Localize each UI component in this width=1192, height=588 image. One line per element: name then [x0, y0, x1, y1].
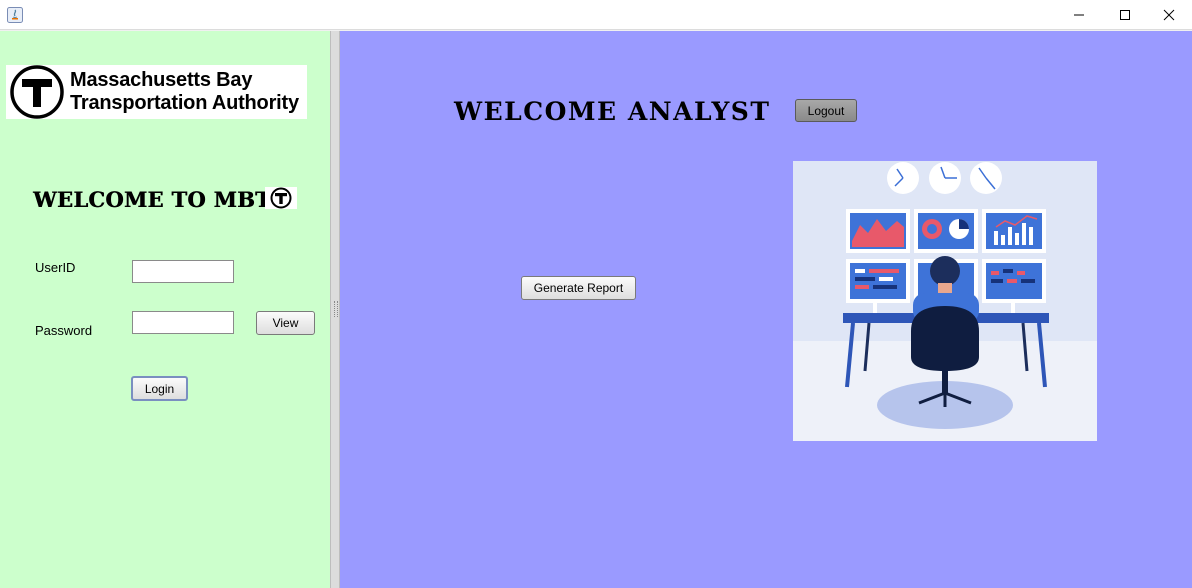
- logo-text-line1: Massachusetts Bay: [70, 69, 253, 91]
- password-input[interactable]: [132, 311, 234, 334]
- mbta-t-logo: [10, 65, 64, 119]
- analyst-panel: WELCOME ANALYST Logout Generate Report: [340, 31, 1192, 588]
- mbta-logo: Massachusetts Bay Transportation Authori…: [6, 65, 307, 119]
- userid-input[interactable]: [132, 260, 234, 283]
- logout-button[interactable]: Logout: [795, 99, 857, 122]
- userid-label: UserID: [35, 260, 76, 275]
- logo-text-line2: Transportation Authority: [70, 92, 299, 114]
- welcome-heading: WELCOME TO MBTA: [33, 187, 287, 212]
- minimize-button[interactable]: [1056, 0, 1102, 30]
- mbta-t-icon: [265, 187, 297, 209]
- password-label: Password: [35, 323, 93, 338]
- generate-report-button[interactable]: Generate Report: [521, 276, 636, 300]
- welcome-analyst-heading: WELCOME ANALYST: [454, 97, 771, 126]
- split-pane-divider[interactable]: [330, 31, 340, 588]
- close-button[interactable]: [1146, 0, 1192, 30]
- minimize-icon: [1074, 14, 1084, 16]
- login-button[interactable]: Login: [131, 376, 188, 401]
- java-app-icon: [7, 7, 23, 23]
- login-panel: Massachusetts Bay Transportation Authori…: [0, 31, 330, 588]
- maximize-icon: [1120, 10, 1130, 20]
- clock-icon: [887, 162, 1002, 194]
- divider-grip: [334, 301, 338, 317]
- close-icon: [1163, 9, 1175, 21]
- maximize-button[interactable]: [1102, 0, 1148, 30]
- analyst-dashboard-illustration: [793, 161, 1097, 441]
- view-password-button[interactable]: View: [256, 311, 315, 335]
- window-title-bar: [0, 0, 1192, 30]
